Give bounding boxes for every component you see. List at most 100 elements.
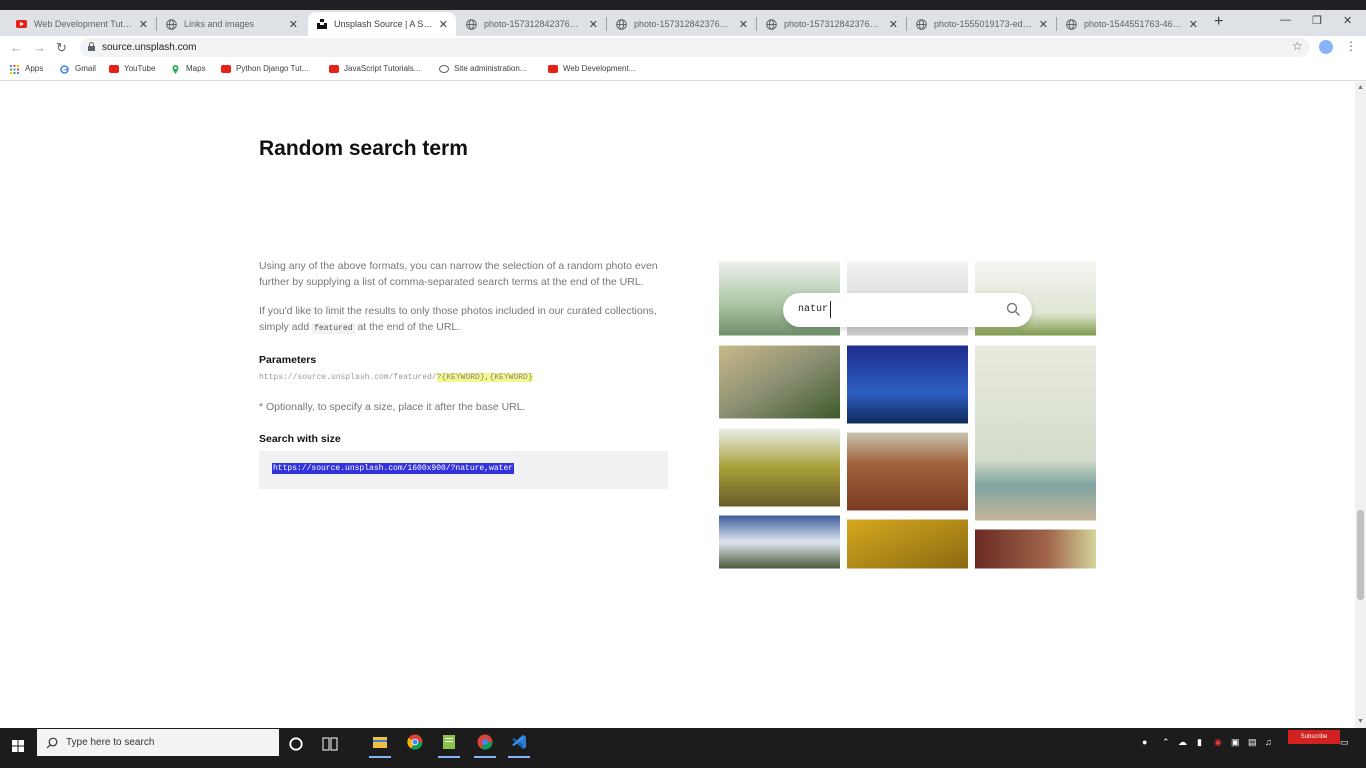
browser-tab[interactable]: photo-1573128423769-9b0 ✕ [458, 12, 606, 36]
tab-close-icon[interactable]: ✕ [1039, 18, 1048, 31]
reload-icon[interactable]: ↻ [56, 40, 67, 56]
tab-title: Unsplash Source | A Simple [334, 19, 433, 29]
tab-close-icon[interactable]: ✕ [289, 18, 298, 31]
bookmark-item[interactable]: Maps [171, 64, 206, 74]
text-caret [830, 301, 831, 318]
bookmark-label: Gmail [75, 64, 96, 73]
parameters-base-url: https://source.unsplash.com/featured/ [259, 373, 437, 382]
photo-tile[interactable] [719, 515, 840, 569]
browser-tab[interactable]: Web Development Tutorial ✕ [8, 12, 156, 36]
tab-close-icon[interactable]: ✕ [739, 18, 748, 31]
restore-button[interactable]: ❐ [1312, 14, 1322, 27]
bookmark-label: Web Development... [563, 64, 636, 73]
tab-title: photo-1544551763-46a01 [1084, 19, 1183, 29]
address-bar[interactable]: source.unsplash.com [80, 38, 1310, 57]
search-with-size-label: Search with size [259, 433, 341, 445]
bookmark-item[interactable]: Gmail [60, 64, 96, 74]
task-view-icon[interactable] [322, 736, 338, 752]
youtube-icon [109, 64, 119, 73]
cortana-icon[interactable] [288, 736, 304, 752]
bookmark-item[interactable]: Web Development... [548, 64, 635, 73]
chrome-icon[interactable] [407, 734, 423, 750]
back-arrow-icon[interactable]: ← [10, 40, 23, 55]
taskbar-search-placeholder: Type here to search [66, 737, 155, 748]
featured-paragraph: If you'd like to limit the results to on… [259, 303, 679, 337]
windows-start-icon[interactable] [12, 740, 24, 752]
vscode-icon[interactable] [511, 734, 527, 750]
tab-close-icon[interactable]: ✕ [889, 18, 898, 31]
scroll-up-arrow-icon[interactable]: ▲ [1357, 84, 1364, 91]
globe-icon [916, 18, 927, 30]
description-paragraph: Using any of the above formats, you can … [259, 260, 658, 288]
file-explorer-icon[interactable] [372, 734, 388, 750]
bookmark-item[interactable]: Apps [10, 64, 43, 74]
maps-icon [171, 64, 181, 74]
browser-tab[interactable]: Unsplash Source | A Simple ✕ [308, 12, 456, 36]
tab-separator [756, 17, 757, 31]
photo-tile[interactable] [719, 428, 840, 507]
vscode-active-indicator [508, 756, 530, 758]
notification-icon[interactable]: ▭ [1340, 737, 1349, 748]
bookmark-item[interactable]: YouTube [109, 64, 155, 73]
chrome-window-icon[interactable] [477, 734, 493, 750]
bookmarks-bar: Apps Gmail YouTube Maps Python Django Tut...… [0, 59, 1366, 81]
menu-kebab-icon[interactable]: ⋮ [1345, 39, 1357, 53]
browser-tab[interactable]: photo-1573128423769-9b0 ✕ [608, 12, 756, 36]
photo-tile[interactable] [847, 432, 968, 511]
parameters-url: https://source.unsplash.com/featured/?{K… [259, 373, 533, 382]
bookmark-item[interactable]: Python Django Tut... [221, 64, 309, 73]
bookmark-label: YouTube [124, 64, 156, 73]
tab-close-icon[interactable]: ✕ [1189, 18, 1198, 31]
scroll-thumb[interactable] [1357, 510, 1364, 600]
bookmark-item[interactable]: JavaScript Tutorials... [329, 64, 420, 73]
forward-arrow-icon[interactable]: → [33, 40, 46, 55]
notepad-icon[interactable] [441, 734, 457, 750]
minimize-button[interactable]: — [1280, 14, 1291, 26]
size-url-selected-text[interactable]: https://source.unsplash.com/1600x900/?na… [272, 463, 515, 474]
subscribe-badge[interactable]: Subscribe [1288, 730, 1340, 744]
explorer-active-indicator [369, 756, 391, 758]
tab-close-icon[interactable]: ✕ [439, 18, 448, 31]
bookmark-label: Maps [186, 64, 206, 73]
photo-tile[interactable] [975, 529, 1096, 569]
profile-avatar[interactable] [1319, 40, 1333, 54]
record-icon[interactable]: ◉ [1214, 737, 1222, 748]
bookmark-label: JavaScript Tutorials... [344, 64, 421, 73]
size-url-box[interactable]: https://source.unsplash.com/1600x900/?na… [259, 451, 668, 489]
photo-tile[interactable] [975, 345, 1096, 521]
tab-close-icon[interactable]: ✕ [139, 18, 148, 31]
tab-close-icon[interactable]: ✕ [589, 18, 598, 31]
youtube-icon [221, 64, 231, 73]
youtube-icon [329, 64, 339, 73]
cloud-icon[interactable]: ☁ [1178, 737, 1187, 748]
bookmark-item[interactable]: Site administration... [439, 64, 526, 73]
new-tab-button[interactable]: + [1214, 13, 1223, 31]
tab-title: photo-1573128423769-9b0 [634, 19, 733, 29]
taskbar-search-box[interactable]: Type here to search [37, 729, 279, 756]
network-icon[interactable]: ▤ [1248, 737, 1257, 748]
people-icon[interactable]: ● [1142, 737, 1147, 747]
volume-icon[interactable]: ♫ [1265, 737, 1272, 747]
address-url: source.unsplash.com [102, 42, 197, 53]
tab-separator [606, 17, 607, 31]
youtube-icon [16, 19, 27, 30]
photo-tile[interactable] [719, 345, 840, 419]
scroll-down-arrow-icon[interactable]: ▼ [1357, 718, 1364, 725]
battery-icon[interactable]: ▣ [1231, 737, 1240, 748]
page-scrollbar[interactable]: ▲ ▼ [1355, 82, 1366, 728]
tab-separator [906, 17, 907, 31]
search-icon[interactable] [1006, 302, 1021, 317]
tray-chevron-icon[interactable]: ⌃ [1162, 737, 1170, 748]
browser-tab[interactable]: photo-1555019173-edd4b ✕ [908, 12, 1056, 36]
photo-tile[interactable] [847, 519, 968, 569]
browser-tab[interactable]: photo-1544551763-46a01 ✕ [1058, 12, 1206, 36]
browser-tab[interactable]: photo-1573128423769-9b0 ✕ [758, 12, 906, 36]
browser-tab[interactable]: Links and images ✕ [158, 12, 306, 36]
chrome-active-indicator [474, 756, 496, 758]
close-window-button[interactable]: ✕ [1343, 14, 1352, 27]
photo-tile[interactable] [847, 345, 968, 424]
microphone-icon[interactable]: ▮ [1197, 737, 1202, 748]
bookmark-star-icon[interactable]: ☆ [1292, 39, 1303, 53]
globe-icon [439, 64, 449, 73]
demo-search-box[interactable]: natur [783, 293, 1032, 327]
